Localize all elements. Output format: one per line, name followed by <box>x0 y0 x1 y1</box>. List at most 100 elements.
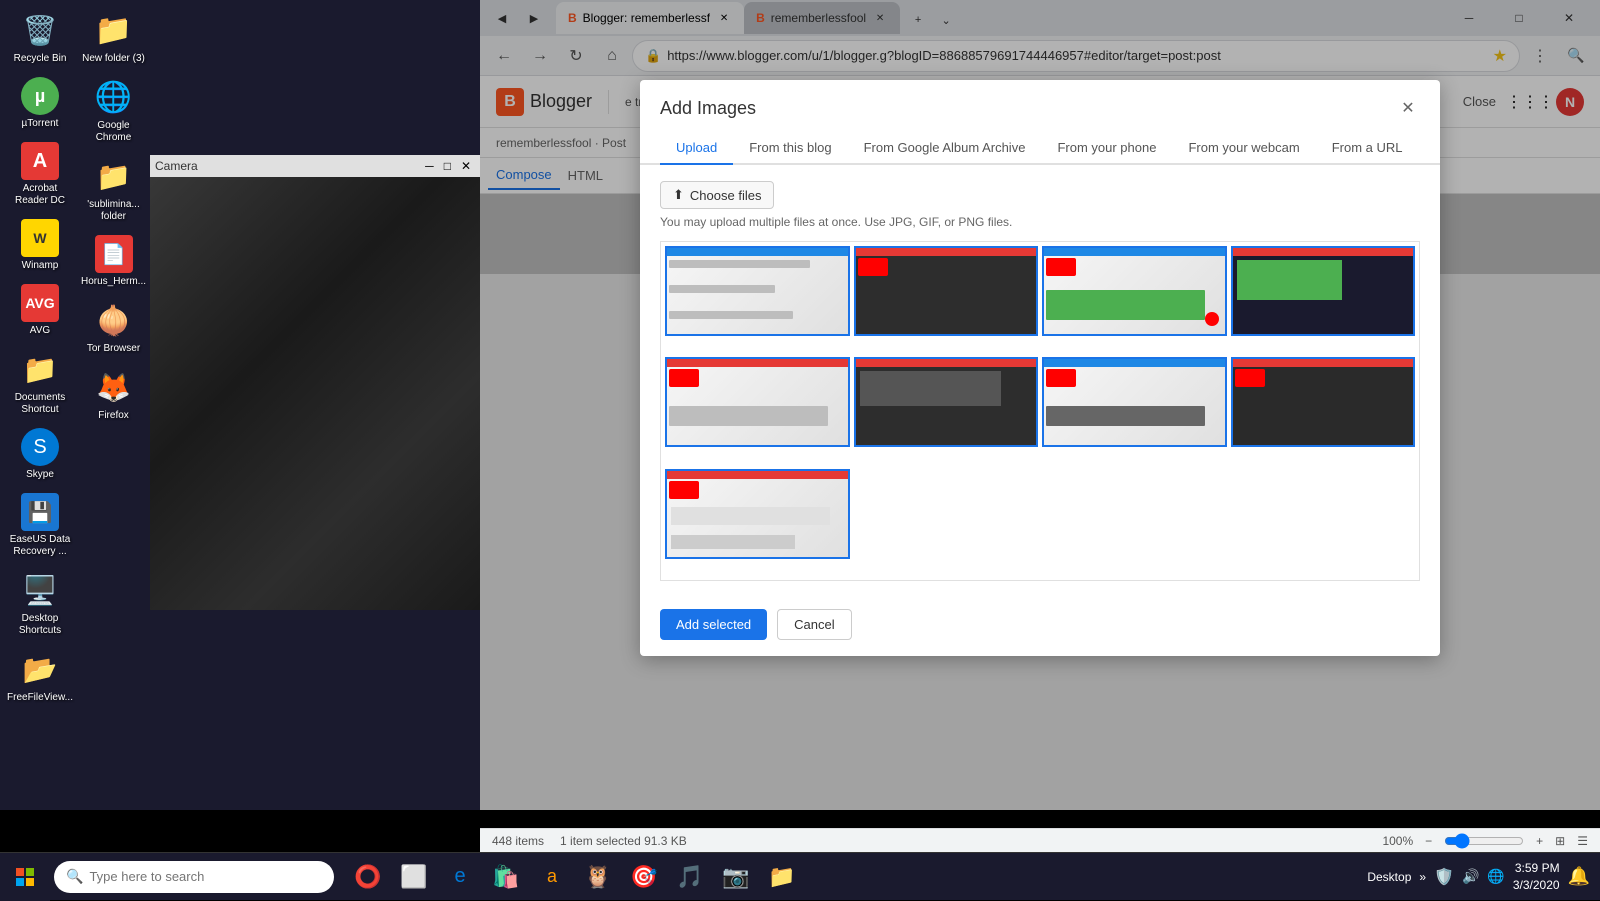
antivirus-icon: 🛡️ <box>1434 867 1454 887</box>
taskbar-task-view[interactable]: ⬜ <box>392 855 436 899</box>
taskbar: 🔍 ⭕ ⬜ e 🛍️ a 🦉 🎯 🎵 📷 📁 Desktop » 🛡️ 🔊 🌐 … <box>0 852 1600 900</box>
taskbar-edge[interactable]: e <box>438 855 482 899</box>
icon-label-winamp: Winamp <box>22 260 59 272</box>
taskbar-search-box[interactable]: 🔍 <box>54 861 334 893</box>
icon-horus[interactable]: 📄 Horus_Herm... <box>79 230 149 293</box>
icon-recycle-bin[interactable]: 🗑️ Recycle Bin <box>5 5 75 70</box>
icon-label-desktop-shortcuts: Desktop Shortcuts <box>7 613 73 637</box>
icon-tor-browser[interactable]: 🧅 Tor Browser <box>79 295 149 360</box>
horus-icon: 📄 <box>95 235 133 273</box>
icon-subliminal[interactable]: 📁 'sublimina... folder <box>79 151 149 228</box>
zoom-slider[interactable] <box>1444 833 1524 849</box>
image-thumb-6[interactable] <box>854 357 1039 447</box>
search-input[interactable] <box>89 869 322 884</box>
image-thumb-3[interactable] <box>1042 246 1227 336</box>
icon-acrobat[interactable]: A Acrobat Reader DC <box>5 137 75 212</box>
notification-icon[interactable]: 🔔 <box>1568 866 1590 887</box>
selected-info: 1 item selected 91.3 KB <box>560 834 687 848</box>
windows-icon <box>16 868 34 886</box>
browser-window: ◀ ▶ B Blogger: rememberlessf ✕ B remembe… <box>480 0 1600 810</box>
icon-label-documents: Documents Shortcut <box>7 392 73 416</box>
icon-utorrent[interactable]: µ µTorrent <box>5 72 75 135</box>
icon-easeus[interactable]: 💾 EaseUS Data Recovery ... <box>5 488 75 563</box>
winamp-icon: W <box>21 219 59 257</box>
desktop-icon-area: 🗑️ Recycle Bin µ µTorrent A Acrobat Read… <box>0 0 155 780</box>
icon-label-subliminal: 'sublimina... folder <box>81 199 147 223</box>
camera-maximize[interactable]: □ <box>440 159 455 173</box>
add-images-modal: Add Images ✕ Upload From this blog From … <box>640 80 1440 656</box>
easeus-icon: 💾 <box>21 493 59 531</box>
choose-files-label: Choose files <box>690 188 762 203</box>
icon-label-utorrent: µTorrent <box>22 118 59 130</box>
modal-close-button[interactable]: ✕ <box>1396 96 1420 120</box>
system-clock[interactable]: 3:59 PM 3/3/2020 <box>1513 860 1560 894</box>
taskbar-media[interactable]: 🎵 <box>668 855 712 899</box>
red-dot-indicator <box>1205 312 1219 326</box>
cancel-button[interactable]: Cancel <box>777 609 851 640</box>
show-desktop-button[interactable]: » <box>1419 870 1426 884</box>
modal-tab-from-webcam[interactable]: From your webcam <box>1172 132 1315 165</box>
camera-close[interactable]: ✕ <box>457 159 475 173</box>
firefox-icon: 🦊 <box>94 367 134 407</box>
taskbar-amazon[interactable]: a <box>530 855 574 899</box>
modal-overlay: Add Images ✕ Upload From this blog From … <box>480 0 1600 810</box>
image-grid <box>660 241 1420 581</box>
choose-files-button[interactable]: ⬆ Choose files <box>660 181 774 209</box>
taskbar-files[interactable]: 📁 <box>760 855 804 899</box>
tor-icon: 🧅 <box>94 300 134 340</box>
recycle-bin-icon: 🗑️ <box>20 10 60 50</box>
zoom-out-icon[interactable]: − <box>1425 834 1432 848</box>
view-icon-2[interactable]: ☰ <box>1577 834 1588 848</box>
taskbar-app1[interactable]: 🎯 <box>622 855 666 899</box>
acrobat-icon: A <box>21 142 59 180</box>
documents-icon: 📁 <box>20 349 60 389</box>
subliminal-icon: 📁 <box>94 156 134 196</box>
avg-icon: AVG <box>21 284 59 322</box>
modal-tab-upload[interactable]: Upload <box>660 132 733 165</box>
camera-label: Camera <box>155 159 198 173</box>
clock-time: 3:59 PM <box>1513 860 1560 877</box>
image-thumb-4[interactable] <box>1231 246 1416 336</box>
chrome-icon: 🌐 <box>94 77 134 117</box>
zoom-in-icon[interactable]: + <box>1536 834 1543 848</box>
image-thumb-8[interactable] <box>1231 357 1416 447</box>
icon-winamp[interactable]: W Winamp <box>5 214 75 277</box>
icon-avg[interactable]: AVG AVG <box>5 279 75 342</box>
taskbar-tripadvisor[interactable]: 🦉 <box>576 855 620 899</box>
zoom-level: 100% <box>1382 834 1413 848</box>
taskbar-camera-task[interactable]: 📷 <box>714 855 758 899</box>
modal-tab-from-url[interactable]: From a URL <box>1316 132 1419 165</box>
taskbar-store[interactable]: 🛍️ <box>484 855 528 899</box>
camera-minimize[interactable]: ─ <box>421 159 438 173</box>
icon-documents-shortcut[interactable]: 📁 Documents Shortcut <box>5 344 75 421</box>
icon-label-freefileview: FreeFileView... <box>7 692 73 704</box>
icon-desktop-shortcuts[interactable]: 🖥️ Desktop Shortcuts <box>5 565 75 642</box>
upload-area: ⬆ Choose files You may upload multiple f… <box>660 181 1420 229</box>
taskbar-task-icons: ⭕ ⬜ e 🛍️ a 🦉 🎯 🎵 📷 📁 <box>346 855 804 899</box>
image-thumb-5[interactable] <box>665 357 850 447</box>
network-icon[interactable]: 🌐 <box>1487 868 1504 885</box>
speaker-icon[interactable]: 🔊 <box>1462 868 1479 885</box>
icon-freefileview[interactable]: 📂 FreeFileView... <box>5 644 75 709</box>
icon-firefox[interactable]: 🦊 Firefox <box>79 362 149 427</box>
modal-tab-from-phone[interactable]: From your phone <box>1041 132 1172 165</box>
taskbar-cortana[interactable]: ⭕ <box>346 855 390 899</box>
icon-google-chrome[interactable]: 🌐 Google Chrome <box>79 72 149 149</box>
icon-new-folder[interactable]: 📁 New folder (3) <box>79 5 149 70</box>
modal-header: Add Images ✕ <box>640 80 1440 120</box>
desktop: Camera ─ □ ✕ 🗑️ Recycle Bin µ µTorrent A… <box>0 0 480 810</box>
add-selected-button[interactable]: Add selected <box>660 609 767 640</box>
image-thumb-1[interactable] <box>665 246 850 336</box>
modal-tab-from-blog[interactable]: From this blog <box>733 132 847 165</box>
upload-hint: You may upload multiple files at once. U… <box>660 215 1420 229</box>
modal-tab-google-album[interactable]: From Google Album Archive <box>848 132 1042 165</box>
modal-tabs: Upload From this blog From Google Album … <box>640 132 1440 165</box>
image-thumb-9[interactable] <box>665 469 850 559</box>
view-icon-1[interactable]: ⊞ <box>1555 834 1565 848</box>
icon-label-recycle-bin: Recycle Bin <box>14 53 67 65</box>
start-button[interactable] <box>0 853 50 901</box>
image-thumb-7[interactable] <box>1042 357 1227 447</box>
icon-skype[interactable]: S Skype <box>5 423 75 486</box>
image-thumb-2[interactable] <box>854 246 1039 336</box>
taskbar-tray: Desktop » 🛡️ 🔊 🌐 3:59 PM 3/3/2020 🔔 <box>1367 860 1600 894</box>
